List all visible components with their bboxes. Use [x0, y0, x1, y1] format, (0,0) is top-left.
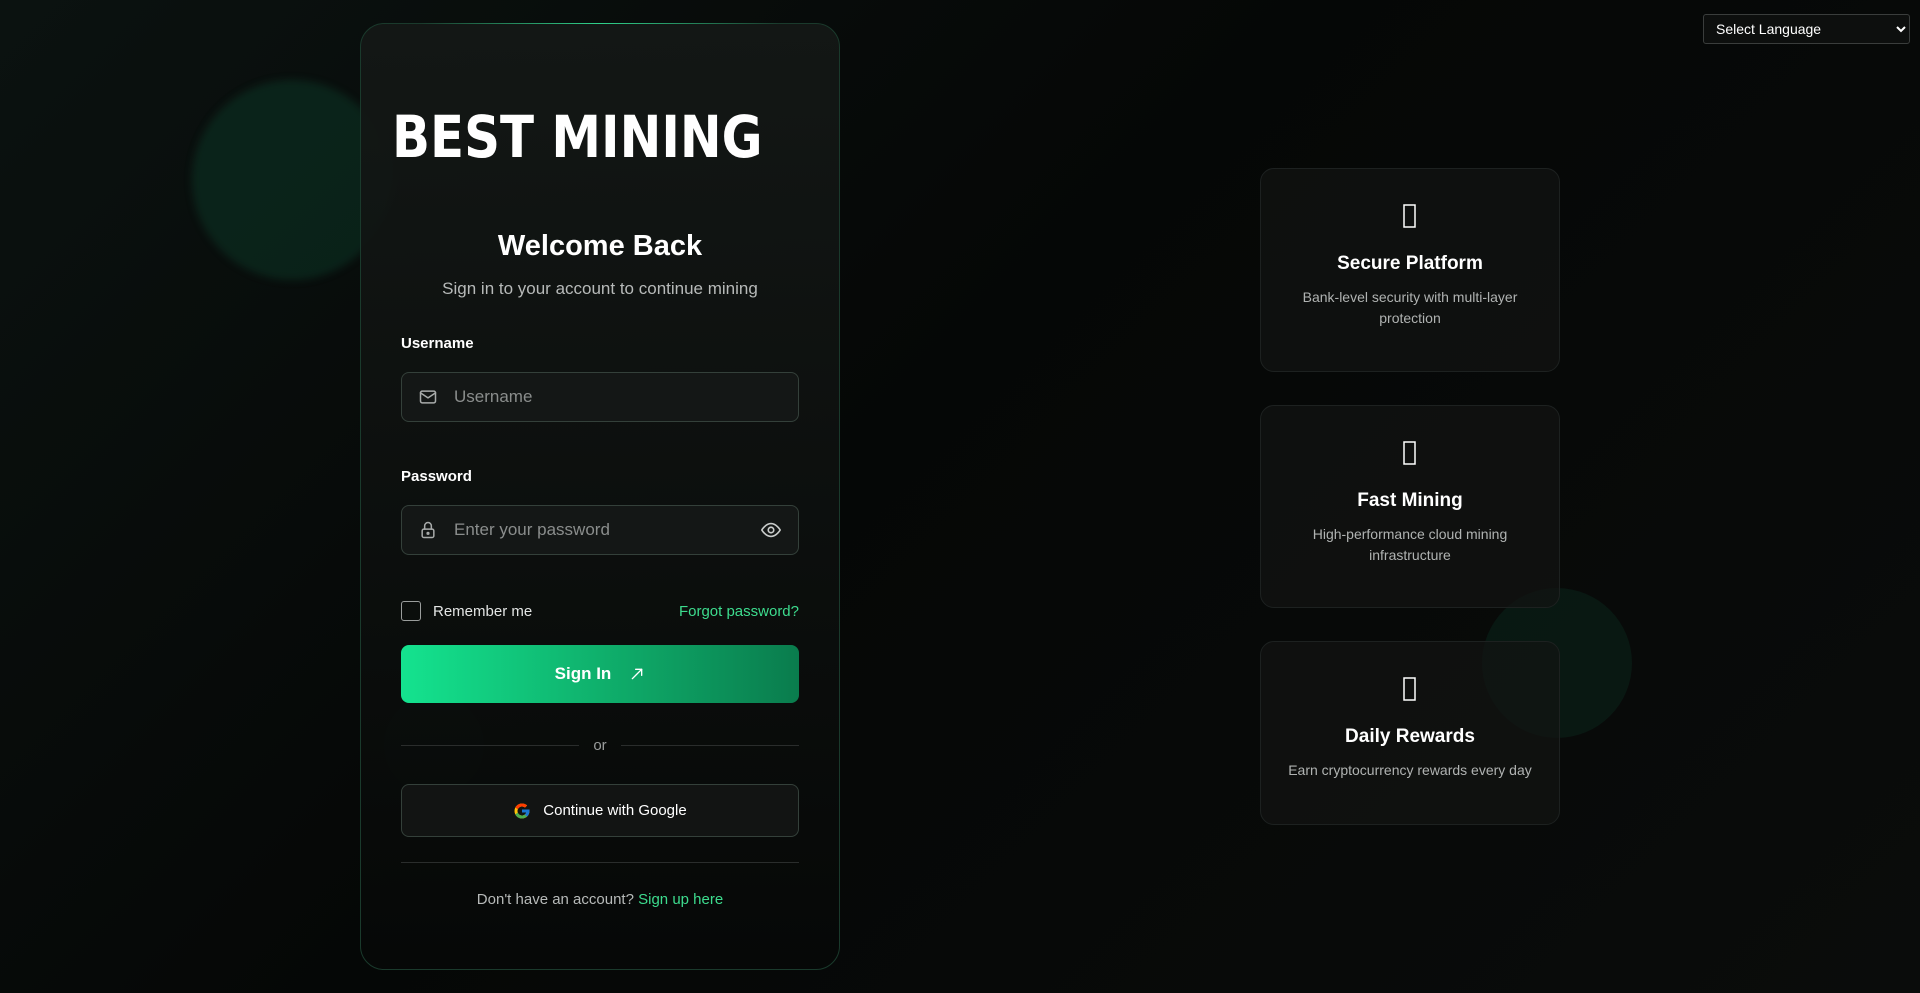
feature-card-fast: Fast Mining High-performance cloud minin… — [1260, 405, 1560, 608]
feature-description: High-performance cloud mining infrastruc… — [1312, 526, 1508, 563]
sign-in-button[interactable]: Sign In — [401, 645, 799, 703]
feature-description: Bank-level security with multi-layer pro… — [1302, 289, 1518, 326]
remember-label: Remember me — [433, 602, 533, 620]
feature-description: Earn cryptocurrency rewards every day — [1288, 762, 1532, 778]
or-divider: or — [401, 737, 799, 754]
username-field[interactable] — [401, 372, 799, 422]
brand-logo: BEST MINING — [392, 102, 799, 172]
feature-card-secure: Secure Platform Bank-level security with… — [1260, 168, 1560, 372]
language-select[interactable]: Select Language — [1703, 14, 1910, 44]
google-icon — [513, 802, 531, 820]
shield-icon — [1281, 203, 1539, 233]
remember-me[interactable]: Remember me — [401, 601, 532, 621]
signup-link[interactable]: Sign up here — [638, 891, 723, 908]
google-signin-button[interactable]: Continue with Google — [401, 784, 799, 837]
page-title: Welcome Back — [497, 230, 703, 262]
coins-icon — [1281, 676, 1539, 706]
divider-line — [401, 745, 580, 746]
feature-title: Fast Mining — [1357, 490, 1463, 511]
password-input[interactable] — [454, 520, 744, 540]
remember-checkbox[interactable] — [401, 601, 421, 621]
feature-title: Daily Rewards — [1345, 726, 1475, 747]
signup-prompt-text: Don't have an account? — [476, 891, 634, 908]
divider-line — [620, 745, 799, 746]
google-signin-label: Continue with Google — [543, 802, 687, 819]
mail-icon — [418, 387, 438, 407]
divider-label: or — [593, 737, 607, 754]
username-label: Username — [401, 335, 474, 352]
eye-icon[interactable] — [760, 519, 782, 541]
forgot-password-link[interactable]: Forgot password? — [679, 603, 799, 620]
bolt-icon — [1281, 440, 1539, 470]
password-label: Password — [401, 468, 472, 485]
footer-separator — [401, 862, 799, 863]
username-input[interactable] — [454, 387, 782, 407]
page-subtitle: Sign in to your account to continue mini… — [442, 279, 758, 298]
remember-row: Remember me Forgot password? — [401, 601, 799, 621]
password-field[interactable] — [401, 505, 799, 555]
login-card: BEST MINING Welcome Back Sign in to your… — [360, 23, 840, 970]
signup-prompt: Don't have an account? Sign up here — [401, 891, 799, 908]
sign-in-label: Sign In — [554, 664, 612, 683]
feature-card-rewards: Daily Rewards Earn cryptocurrency reward… — [1260, 641, 1560, 825]
feature-title: Secure Platform — [1337, 253, 1483, 274]
arrow-up-right-icon — [629, 666, 645, 682]
brand-name: BEST MINING — [391, 103, 763, 171]
lock-icon — [418, 520, 438, 540]
